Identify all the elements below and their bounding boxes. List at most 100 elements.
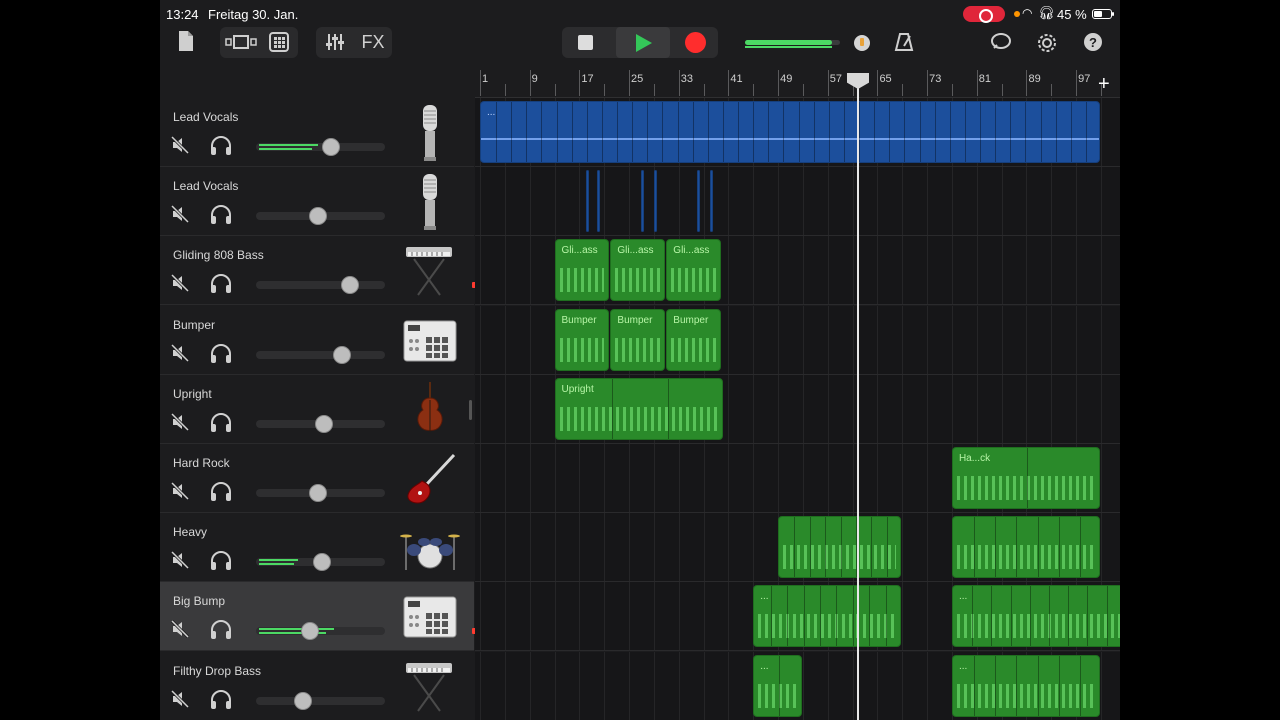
track-header[interactable]: Bumper [160,305,474,375]
track-lane[interactable]: Bumper Bumper Bumper [475,305,1120,375]
region[interactable] [697,170,701,233]
track-header[interactable]: Hard Rock [160,444,474,513]
region[interactable]: ... [951,585,1120,648]
play-button[interactable] [616,27,670,58]
stop-button[interactable] [562,27,608,58]
mute-button[interactable] [170,689,191,710]
live-loops-button[interactable] [268,32,290,54]
keyboard-icon[interactable] [400,657,460,717]
region[interactable]: Bumper [610,308,666,371]
track-header[interactable]: Upright [160,374,474,444]
region[interactable]: Ha...ck [951,447,1100,509]
track-lane[interactable]: ...... [475,651,1120,720]
region[interactable]: ... [753,585,902,648]
region[interactable]: Gli...ass [666,239,722,302]
track-lane[interactable]: Ha...ck [475,444,1120,513]
volume-slider-knob[interactable] [314,414,333,433]
fx-button[interactable]: FX [358,32,388,54]
help-button[interactable]: ? [1083,32,1103,52]
track-lane[interactable]: ...... [475,582,1120,652]
electric-guitar-icon[interactable] [400,449,460,509]
mute-button[interactable] [170,135,191,156]
volume-slider[interactable] [256,553,385,572]
volume-slider[interactable] [256,484,385,502]
region[interactable] [641,170,645,233]
track-header[interactable]: Filthy Drop Bass [160,651,474,720]
add-section-button[interactable]: + [1098,73,1110,96]
track-lane[interactable]: ... [475,98,1120,167]
mute-button[interactable] [170,481,191,502]
region[interactable]: ... [753,654,802,717]
region[interactable]: Upright [554,377,724,440]
volume-slider[interactable] [256,276,477,295]
solo-button[interactable] [209,480,233,502]
region[interactable]: Bumper [554,308,610,371]
timeline-ruler[interactable]: 1 9 17 25 33 41 49 57 65 73 81 89 97 [475,70,1120,98]
track-header[interactable]: Lead Vocals [160,98,474,167]
volume-slider[interactable] [256,345,385,364]
volume-slider[interactable] [256,691,385,710]
microphone-icon[interactable] [400,103,460,163]
region[interactable] [653,170,657,233]
solo-button[interactable] [209,342,233,364]
region[interactable]: Gli...ass [554,239,610,302]
region[interactable] [951,516,1100,579]
track-header[interactable]: Lead Vocals [160,167,474,237]
track-header[interactable]: Big Bump [160,582,477,652]
volume-slider-knob[interactable] [322,138,341,156]
volume-slider[interactable] [256,622,477,641]
region[interactable]: Gli...ass [610,239,666,302]
solo-button[interactable] [209,134,233,156]
microphone-icon[interactable] [400,172,460,232]
mixer-button[interactable] [324,32,346,54]
track-lane[interactable]: Gli...ass Gli...ass Gli...ass [475,236,1120,306]
track-lane[interactable]: Upright [475,374,1120,444]
mute-button[interactable] [170,343,191,364]
mute-button[interactable] [170,620,191,640]
volume-slider-knob[interactable] [309,484,328,502]
master-volume-knob[interactable] [853,34,871,52]
scroll-indicator[interactable] [469,400,472,420]
region[interactable] [585,170,589,233]
mute-button[interactable] [170,274,191,294]
region[interactable] [596,170,600,233]
region[interactable]: ... [480,101,1100,163]
volume-slider[interactable] [256,207,385,226]
region[interactable]: Bumper [666,308,722,371]
volume-slider-knob[interactable] [341,276,360,295]
browser-button[interactable] [224,32,258,54]
track-header[interactable]: Heavy [160,513,474,583]
double-bass-icon[interactable] [400,380,460,440]
volume-slider-knob[interactable] [332,345,351,364]
volume-slider-knob[interactable] [312,553,331,572]
solo-button[interactable] [209,549,233,571]
volume-slider-knob[interactable] [300,622,319,641]
my-songs-button[interactable] [176,30,196,54]
drum-kit-icon[interactable] [400,518,460,578]
screen-recording-icon[interactable] [963,6,1005,23]
settings-button[interactable] [1036,32,1058,54]
track-header[interactable]: Gliding 808 Bass [160,236,477,306]
solo-button[interactable] [209,688,233,710]
region[interactable] [709,170,713,233]
volume-slider[interactable] [256,414,385,433]
solo-button[interactable] [209,411,233,433]
volume-slider-knob[interactable] [294,691,313,710]
solo-button[interactable] [209,618,233,640]
region[interactable]: ... [951,654,1100,717]
playhead-line[interactable] [857,73,859,720]
loop-browser-button[interactable] [989,32,1013,54]
track-lane[interactable] [475,167,1120,237]
mute-button[interactable] [170,551,191,571]
solo-button[interactable] [209,272,233,294]
keyboard-icon[interactable] [400,241,460,301]
solo-button[interactable] [209,203,233,225]
mute-button[interactable] [170,412,191,433]
drum-machine-icon[interactable] [400,587,460,647]
volume-slider-knob[interactable] [309,207,328,226]
region[interactable] [778,516,902,579]
mute-button[interactable] [170,205,191,225]
record-button[interactable] [676,27,716,58]
volume-slider[interactable] [256,138,385,156]
metronome-button[interactable] [893,32,915,54]
